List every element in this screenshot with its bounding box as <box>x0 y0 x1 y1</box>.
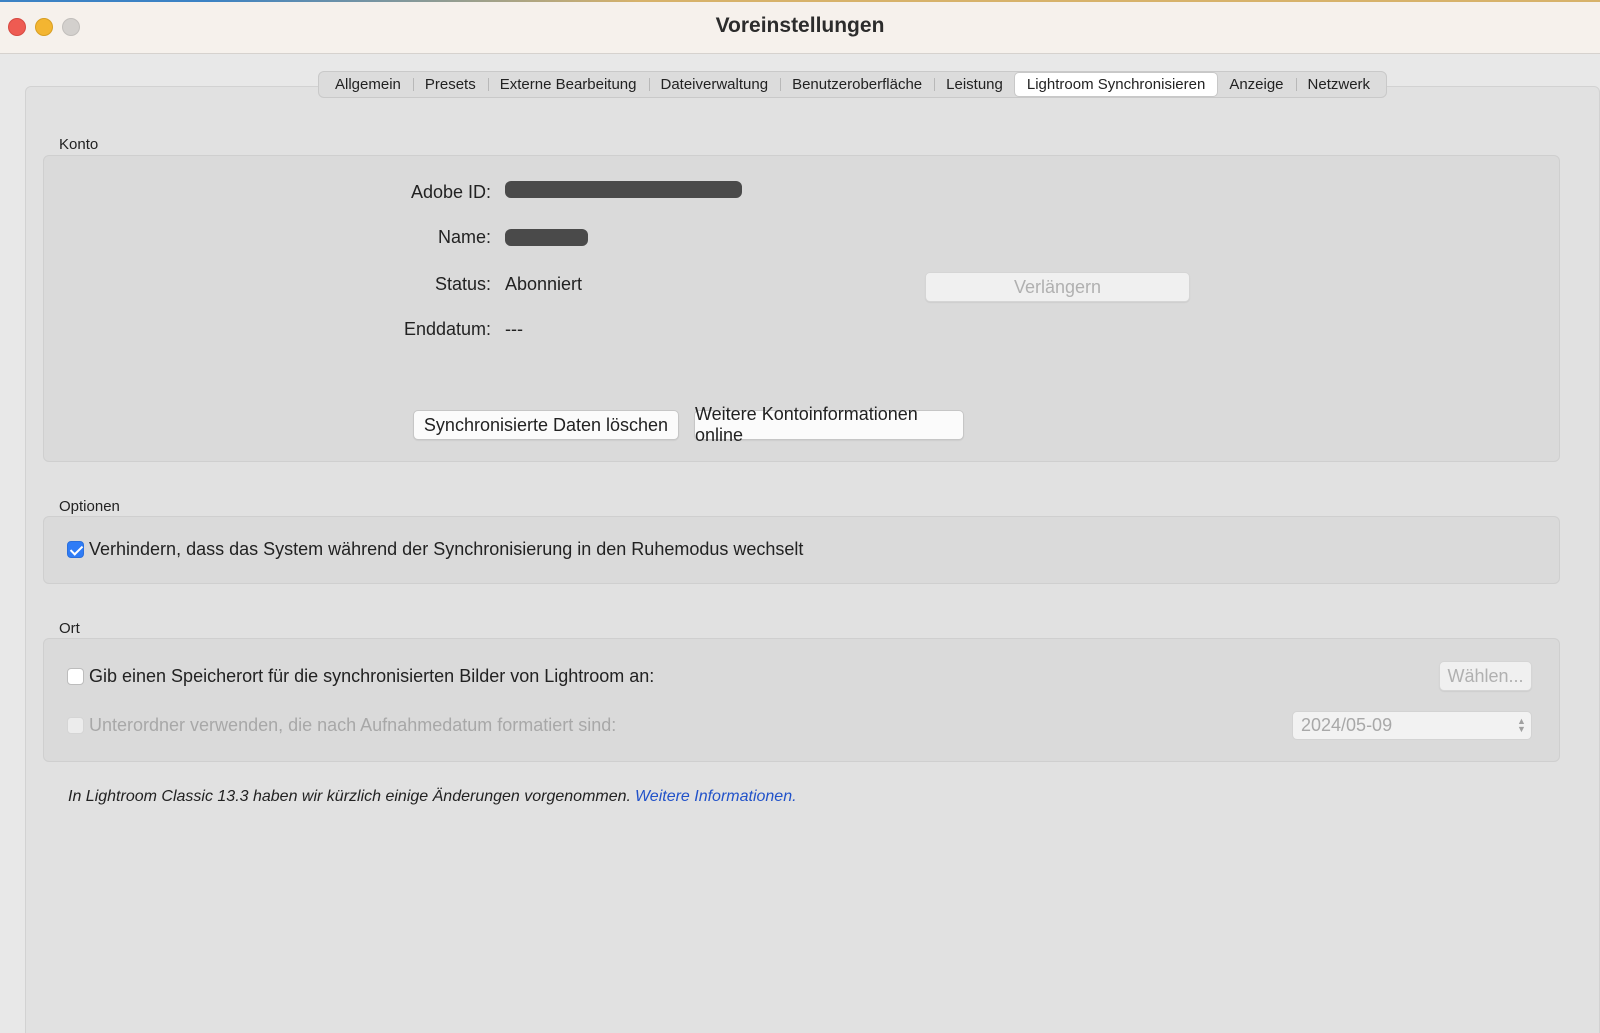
tab-leistung[interactable]: Leistung <box>934 73 1015 96</box>
tab-bar: Allgemein Presets Externe Bearbeitung Da… <box>318 71 1388 98</box>
status-value: Abonniert <box>505 274 583 294</box>
status-label: Status: <box>434 274 491 294</box>
prevent-sleep-label: Verhindern, dass das System während der … <box>89 539 804 559</box>
footnote: In Lightroom Classic 13.3 haben wir kürz… <box>68 788 797 806</box>
konto-section-label: Konto <box>59 136 99 153</box>
chevron-updown-icon: ▲ ▼ <box>1517 716 1526 734</box>
tab-anzeige[interactable]: Anzeige <box>1217 73 1295 96</box>
optionen-section-label: Optionen <box>59 498 120 515</box>
enddatum-value: --- <box>505 319 523 339</box>
preferences-window: Voreinstellungen Allgemein Presets Exter… <box>0 0 1600 1033</box>
tab-lightroom-synchronisieren[interactable]: Lightroom Synchronisieren <box>1014 73 1218 96</box>
name-label: Name: <box>437 227 491 247</box>
ort-section-label: Ort <box>59 620 80 637</box>
adobe-id-redacted <box>505 181 742 198</box>
title-bar: Voreinstellungen <box>0 0 1600 54</box>
top-accent-line <box>0 0 1600 2</box>
tab-benutzeroberflaeche[interactable]: Benutzeroberfläche <box>780 73 934 96</box>
date-format-value: 2024/05-09 <box>1301 715 1393 735</box>
tab-dateiverwaltung[interactable]: Dateiverwaltung <box>648 73 781 96</box>
subfolder-checkbox[interactable] <box>67 717 84 734</box>
choose-location-button[interactable]: Wählen... <box>1439 661 1532 691</box>
location-label: Gib einen Speicherort für die synchronis… <box>89 666 655 686</box>
delete-synced-data-button[interactable]: Synchronisierte Daten löschen <box>413 410 679 440</box>
prevent-sleep-checkbox[interactable] <box>67 541 84 558</box>
date-format-select[interactable]: 2024/05-09 ▲ ▼ <box>1292 711 1532 740</box>
more-info-link[interactable]: Weitere Informationen. <box>635 788 797 805</box>
tab-presets[interactable]: Presets <box>412 73 488 96</box>
more-account-info-button[interactable]: Weitere Kontoinformationen online <box>694 404 964 445</box>
location-checkbox[interactable] <box>67 668 84 685</box>
tab-netzwerk[interactable]: Netzwerk <box>1295 73 1383 96</box>
enddatum-label: Enddatum: <box>403 319 491 339</box>
optionen-group: Verhindern, dass das System während der … <box>43 516 1560 584</box>
window-title: Voreinstellungen <box>715 14 885 37</box>
adobe-id-label: Adobe ID: <box>410 182 491 202</box>
ort-group: Gib einen Speicherort für die synchronis… <box>43 638 1560 762</box>
name-redacted <box>505 229 588 246</box>
konto-group: Adobe ID: Name: Status: Abonniert Verlän… <box>43 155 1560 462</box>
tab-externe-bearbeitung[interactable]: Externe Bearbeitung <box>487 73 649 96</box>
tab-allgemein[interactable]: Allgemein <box>323 73 413 96</box>
subfolder-label: Unterordner verwenden, die nach Aufnahme… <box>89 715 617 735</box>
renew-button[interactable]: Verlängern <box>925 272 1190 302</box>
footnote-text: In Lightroom Classic 13.3 haben wir kürz… <box>68 788 631 805</box>
